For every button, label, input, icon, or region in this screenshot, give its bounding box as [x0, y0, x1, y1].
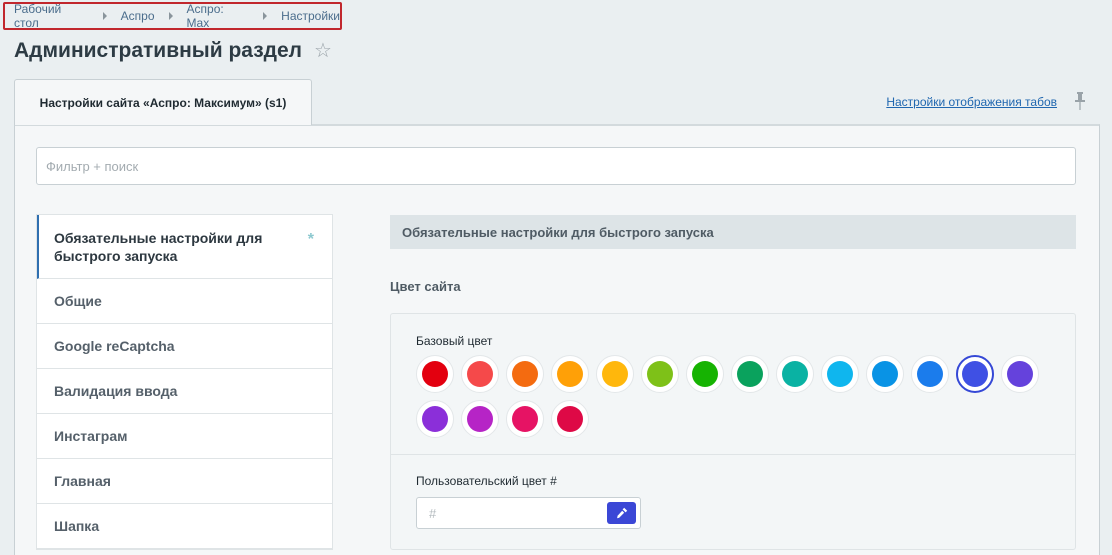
- menu-item-google-recaptcha[interactable]: Google reCaptcha: [37, 324, 332, 369]
- color-swatch-dot: [512, 406, 538, 432]
- menu-item-main[interactable]: Главная: [37, 459, 332, 504]
- color-swatch-dot: [737, 361, 763, 387]
- breadcrumb-settings[interactable]: Настройки: [281, 9, 340, 23]
- color-swatch-dot: [557, 406, 583, 432]
- custom-color-label: Пользовательский цвет #: [416, 474, 557, 488]
- color-swatch[interactable]: [821, 355, 859, 393]
- color-swatch[interactable]: [911, 355, 949, 393]
- custom-color-input[interactable]: [429, 505, 599, 521]
- color-swatch[interactable]: [506, 355, 544, 393]
- color-swatch-dot: [647, 361, 673, 387]
- section-header: Обязательные настройки для быстрого запу…: [390, 215, 1076, 249]
- menu-item-general[interactable]: Общие: [37, 279, 332, 324]
- breadcrumb-separator-icon: [102, 12, 107, 20]
- color-swatch-dot: [872, 361, 898, 387]
- color-swatch-dot: [1007, 361, 1033, 387]
- settings-menu: Обязательные настройки для быстрого запу…: [36, 214, 333, 550]
- color-swatch-dot: [602, 361, 628, 387]
- color-swatch-dot: [827, 361, 853, 387]
- site-color-heading: Цвет сайта: [390, 279, 461, 294]
- menu-item-instagram[interactable]: Инстаграм: [37, 414, 332, 459]
- color-swatch-dot: [422, 361, 448, 387]
- pin-icon[interactable]: [1074, 92, 1086, 110]
- color-swatch[interactable]: [641, 355, 679, 393]
- page-title: Административный раздел ☆: [14, 38, 332, 63]
- color-swatch[interactable]: [731, 355, 769, 393]
- color-swatch[interactable]: [956, 355, 994, 393]
- breadcrumb-separator-icon: [263, 12, 268, 20]
- color-swatch[interactable]: [506, 400, 544, 438]
- color-swatch-dot: [557, 361, 583, 387]
- color-swatch[interactable]: [686, 355, 724, 393]
- breadcrumb-desktop[interactable]: Рабочий стол: [14, 2, 89, 30]
- tab-display-settings-link[interactable]: Настройки отображения табов: [886, 95, 1057, 109]
- divider: [391, 454, 1075, 455]
- color-swatch-dot: [467, 361, 493, 387]
- menu-item-label: Инстаграм: [54, 428, 128, 444]
- tab-site-settings[interactable]: Настройки сайта «Аспро: Максимум» (s1): [14, 79, 312, 125]
- menu-item-label: Шапка: [54, 518, 100, 534]
- color-swatch[interactable]: [866, 355, 904, 393]
- page-title-text: Административный раздел: [14, 38, 303, 62]
- breadcrumb-aspro-max[interactable]: Аспро: Max: [187, 2, 250, 30]
- menu-item-label: Валидация ввода: [54, 383, 178, 399]
- base-color-label: Базовый цвет: [416, 334, 493, 348]
- color-swatch[interactable]: [551, 400, 589, 438]
- color-swatch[interactable]: [461, 400, 499, 438]
- color-swatch[interactable]: [461, 355, 499, 393]
- color-swatch[interactable]: [596, 355, 634, 393]
- color-swatch[interactable]: [416, 400, 454, 438]
- color-swatches: [416, 355, 1056, 445]
- filter-search-field[interactable]: [36, 147, 1076, 185]
- color-swatch[interactable]: [776, 355, 814, 393]
- menu-item-required-settings[interactable]: Обязательные настройки для быстрого запу…: [37, 215, 332, 279]
- color-swatch-dot: [512, 361, 538, 387]
- color-swatch-dot: [467, 406, 493, 432]
- color-picker-button[interactable]: [607, 502, 636, 524]
- breadcrumb-aspro[interactable]: Аспро: [121, 9, 155, 23]
- menu-item-label: Google reCaptcha: [54, 338, 175, 354]
- menu-item-header[interactable]: Шапка: [37, 504, 332, 549]
- menu-item-label: Обязательные настройки для быстрого запу…: [54, 229, 263, 264]
- color-swatch-dot: [962, 361, 988, 387]
- menu-item-label: Главная: [54, 473, 111, 489]
- eyedropper-icon: [616, 507, 627, 519]
- breadcrumb: Рабочий стол Аспро Аспро: Max Настройки: [3, 2, 342, 30]
- filter-search-input[interactable]: [46, 158, 1075, 174]
- color-swatch-dot: [692, 361, 718, 387]
- color-swatch[interactable]: [551, 355, 589, 393]
- breadcrumb-separator-icon: [168, 12, 173, 20]
- menu-item-input-validation[interactable]: Валидация ввода: [37, 369, 332, 414]
- color-swatch[interactable]: [1001, 355, 1039, 393]
- star-icon[interactable]: ☆: [314, 38, 332, 63]
- custom-color-field[interactable]: [416, 497, 641, 529]
- color-swatch-dot: [422, 406, 448, 432]
- required-marker: *: [307, 231, 314, 248]
- color-swatch[interactable]: [416, 355, 454, 393]
- color-settings-box: Базовый цвет Пользовательский цвет #: [390, 313, 1076, 550]
- menu-item-label: Общие: [54, 293, 102, 309]
- color-swatch-dot: [917, 361, 943, 387]
- color-swatch-dot: [782, 361, 808, 387]
